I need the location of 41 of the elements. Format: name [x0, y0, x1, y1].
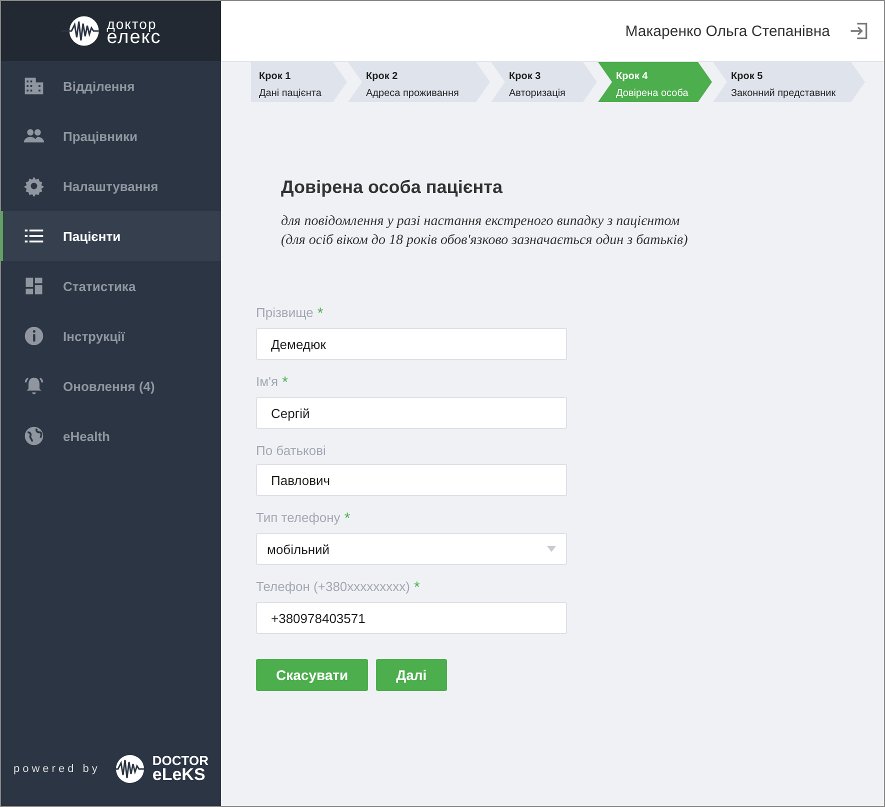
form-note: для повідомлення у разі настання екстреного випадку з пацієнтом: [281, 213, 681, 231]
settings-icon: [23, 175, 45, 197]
powered-by-text: powered by: [14, 762, 100, 774]
step-tab[interactable]: Крок 5 Законний представник: [713, 62, 865, 102]
sidebar-item[interactable]: Пацієнти: [1, 211, 221, 261]
sidebar-item[interactable]: Відділення: [1, 61, 221, 111]
field-label: Прізвище: [256, 305, 314, 322]
sidebar-item[interactable]: Оновлення (4): [1, 361, 221, 411]
required-mark: *: [317, 305, 324, 322]
form-note: (для осіб віком до 18 років обов'язково зазначається один з батьків): [281, 232, 689, 250]
globe-icon: [23, 425, 45, 447]
user-name: Макаренко Ольга Степанівна: [625, 22, 830, 40]
select-field[interactable]: мобільний: [256, 533, 567, 565]
info-icon: [23, 325, 45, 347]
required-mark: *: [414, 579, 420, 596]
required-mark: *: [282, 374, 288, 391]
field-label: Ім'я: [256, 374, 278, 391]
sidebar-item[interactable]: Статистика: [1, 261, 221, 311]
step-tab[interactable]: Крок 1 Дані пацієнта: [251, 62, 347, 102]
dashboard-icon: [23, 275, 45, 297]
sidebar-item[interactable]: Інструкції: [1, 311, 221, 361]
logo-text: доктор елекс: [106, 17, 162, 45]
dropdown-caret-icon: [547, 546, 556, 552]
field-label: Телефон (+380xxxxxxxxx): [256, 579, 410, 596]
field-label: Тип телефону: [256, 510, 340, 527]
sidebar-item[interactable]: Налаштування: [1, 161, 221, 211]
input-field[interactable]: Сергій: [256, 397, 567, 429]
form-title: Довірена особа пацієнта: [281, 177, 504, 198]
field-label: По батькові: [256, 443, 326, 458]
logout-icon[interactable]: [848, 20, 870, 42]
input-field[interactable]: Демедюк: [256, 328, 567, 360]
input-field[interactable]: Павлович: [256, 464, 567, 496]
required-mark: *: [344, 510, 350, 527]
bell-icon: [23, 375, 45, 397]
step-tab[interactable]: Крок 3 Авторизація: [491, 62, 597, 102]
sidebar-item[interactable]: Працівники: [1, 111, 221, 161]
input-field[interactable]: +380978403571: [256, 602, 567, 634]
sidebar-item[interactable]: eHealth: [1, 411, 221, 461]
brand-text: DOCTOR eLeKS: [152, 754, 208, 783]
step-tab[interactable]: Крок 2 Адреса проживання: [348, 62, 490, 102]
building-icon: [23, 75, 45, 97]
